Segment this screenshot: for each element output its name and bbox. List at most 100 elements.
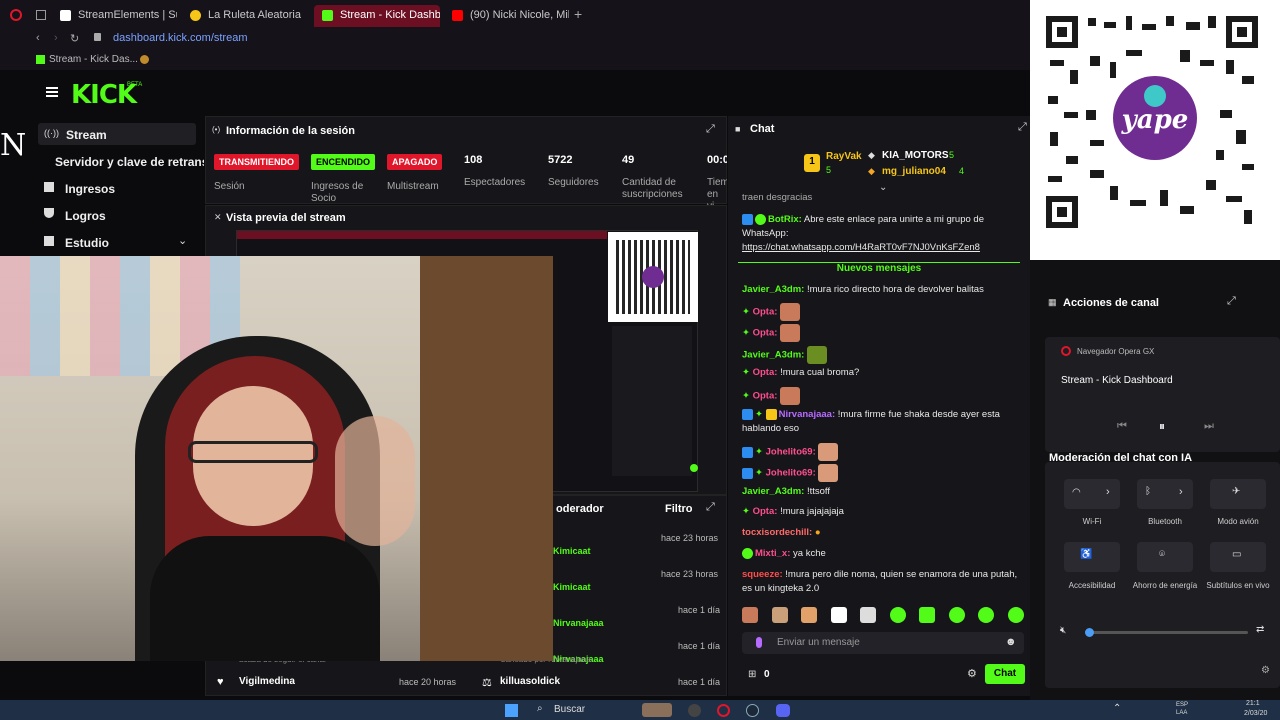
back-icon[interactable]: ‹: [36, 32, 40, 44]
top-gifter-count: 5: [826, 165, 832, 175]
sidebar-item-estudio[interactable]: Estudio: [65, 236, 109, 250]
pause-icon[interactable]: ⏸: [1159, 419, 1165, 434]
mic-icon[interactable]: [756, 637, 762, 648]
discord-icon[interactable]: [776, 704, 790, 717]
stat-espectadores-label: Espectadores: [464, 177, 526, 188]
taskbar-widget-icon[interactable]: [642, 703, 672, 717]
top-gifter-count: 5: [949, 150, 955, 160]
chat-message: ✦ Opta:: [742, 387, 1027, 405]
heart-emote-icon[interactable]: [831, 607, 847, 623]
audio-output-icon[interactable]: ⇄: [1256, 624, 1264, 635]
sidebar-item-server-key[interactable]: Servidor y clave de retransmisión: [55, 155, 204, 169]
filter-button[interactable]: Filtro: [665, 503, 693, 515]
points-count: 0: [764, 669, 770, 680]
windows-start-icon[interactable]: [505, 704, 518, 717]
volume-thumb[interactable]: [1085, 628, 1094, 637]
accessibility-toggle[interactable]: ♿: [1064, 542, 1120, 572]
chat-message: squeeze: !mura pero dile noma, quien se …: [742, 569, 1018, 594]
tray-chevron-icon[interactable]: ⌃: [1113, 703, 1121, 714]
next-track-icon[interactable]: ⏭: [1204, 420, 1214, 433]
emote-icon[interactable]: [860, 607, 876, 623]
activity-user-vigil[interactable]: Vigilmedina: [239, 676, 295, 687]
emote-icon[interactable]: [1008, 607, 1024, 623]
settings-gear-icon[interactable]: ⚙: [967, 667, 977, 680]
volume-slider[interactable]: [1085, 628, 1248, 637]
activity-time: hace 1 día: [678, 605, 721, 615]
taskbar-date[interactable]: 2/03/20: [1244, 710, 1267, 717]
taskbar-app-icon[interactable]: [688, 704, 701, 717]
yape-logo-text: yape: [1121, 105, 1189, 135]
new-tab-button[interactable]: +: [574, 6, 582, 22]
quick-settings-panel: ◠ › Wi-Fi ᛒ › Bluetooth ✈ Modo avión ♿ Acc…: [1045, 462, 1280, 688]
emote-icon[interactable]: [890, 607, 906, 623]
emoji-picker-icon[interactable]: ☻: [1005, 636, 1017, 648]
airplane-toggle[interactable]: ✈: [1210, 479, 1266, 509]
kick-favicon-icon: [322, 10, 333, 21]
popout-icon[interactable]: ⤢: [1018, 121, 1027, 134]
captions-toggle[interactable]: ▭: [1210, 542, 1266, 572]
top-gifter-name[interactable]: RayVak: [826, 151, 862, 162]
emote-icon[interactable]: [772, 607, 788, 623]
taskbar-time[interactable]: 21:1: [1246, 700, 1260, 707]
status-badge-apagado: APAGADO: [387, 154, 443, 170]
steam-icon[interactable]: [746, 704, 759, 717]
preview-qr: [608, 232, 698, 322]
sidebar-item-ingresos[interactable]: Ingresos: [65, 182, 115, 196]
taskbar-search-label[interactable]: Buscar: [554, 704, 585, 715]
battery-saver-toggle[interactable]: ⌾: [1137, 542, 1193, 572]
opera-taskbar-icon[interactable]: [717, 704, 730, 717]
settings-icon[interactable]: ⚙: [1261, 665, 1270, 676]
bookmark-kick[interactable]: Stream - Kick Das...: [49, 54, 138, 65]
ruleta-icon: [190, 10, 201, 21]
expand-icon[interactable]: ⤢: [706, 123, 715, 136]
chat-input[interactable]: Enviar un mensaje ☻: [742, 632, 1024, 654]
whatsapp-link[interactable]: https://chat.whatsapp.com/H4RaRT0vF7NJ0V…: [742, 242, 980, 253]
bookmark-extra-icon[interactable]: [140, 55, 149, 64]
airplane-icon: ✈: [1232, 486, 1241, 497]
bluetooth-toggle[interactable]: ᛒ ›: [1137, 479, 1193, 509]
activity-time: hace 20 horas: [399, 677, 457, 687]
chevron-right-icon[interactable]: ›: [1106, 486, 1110, 498]
verified-badge-icon: [755, 213, 766, 225]
stat-suscripciones-value: 49: [622, 154, 635, 166]
previous-track-icon[interactable]: ⏮: [1117, 420, 1127, 433]
ban-icon: ⚖: [482, 677, 492, 689]
emote-icon[interactable]: [978, 607, 994, 623]
chevron-right-icon[interactable]: ›: [1179, 486, 1183, 498]
tab-kick-dashboard[interactable]: Stream - Kick Dashboard: [314, 5, 440, 27]
reload-icon[interactable]: ↻: [70, 32, 79, 45]
tab-youtube[interactable]: (90) Nicki Nicole, Milo J - Bu: [444, 5, 569, 27]
expand-acciones-icon[interactable]: ⤢: [1227, 295, 1236, 308]
chevron-down-icon[interactable]: ⌄: [178, 234, 187, 247]
search-icon[interactable]: ⌕: [537, 703, 543, 714]
tab-streamelements[interactable]: StreamElements | Subathon: [52, 5, 177, 27]
points-icon: ⊞: [748, 669, 757, 680]
send-chat-button[interactable]: Chat: [985, 664, 1025, 684]
top-gifter-name[interactable]: KIA_MOTORS: [882, 150, 949, 161]
bookmarks-bar: Stream - Kick Das...: [0, 50, 1030, 70]
accessibility-label: Accesibilidad: [1068, 581, 1116, 590]
activity-user-killua[interactable]: killuasoldick: [500, 676, 560, 687]
hamburger-menu-icon[interactable]: [46, 87, 58, 97]
mod-badge-icon: [742, 446, 753, 458]
taskbar-lang[interactable]: ESP LAA: [1176, 701, 1194, 717]
mute-icon[interactable]: 🔇︎: [1060, 625, 1066, 636]
forward-icon[interactable]: ›: [54, 32, 58, 44]
url-input[interactable]: dashboard.kick.com/stream: [113, 32, 248, 44]
emote-icon[interactable]: [801, 607, 817, 623]
tab-grid-icon[interactable]: [36, 10, 46, 20]
emote-icon[interactable]: [919, 607, 935, 623]
stat-espectadores-value: 108: [464, 154, 483, 166]
wifi-toggle[interactable]: ◠ ›: [1064, 479, 1120, 509]
emote-icon[interactable]: [742, 607, 758, 623]
broadcast-small-icon: (•): [212, 125, 221, 134]
tab-ruleta[interactable]: La Ruleta Aleatoria: [182, 5, 307, 27]
top-gifter-name[interactable]: mg_juliano04: [882, 166, 946, 177]
status-badge-transmitiendo: TRANSMITIENDO: [214, 154, 299, 170]
mod-badge-icon: [742, 467, 753, 479]
sidebar-item-stream[interactable]: [38, 123, 196, 145]
opera-gx-icon[interactable]: [10, 9, 22, 21]
expand-activity-icon[interactable]: ⤢: [706, 501, 715, 514]
sidebar-item-logros[interactable]: Logros: [65, 209, 106, 223]
emote-icon[interactable]: [949, 607, 965, 623]
